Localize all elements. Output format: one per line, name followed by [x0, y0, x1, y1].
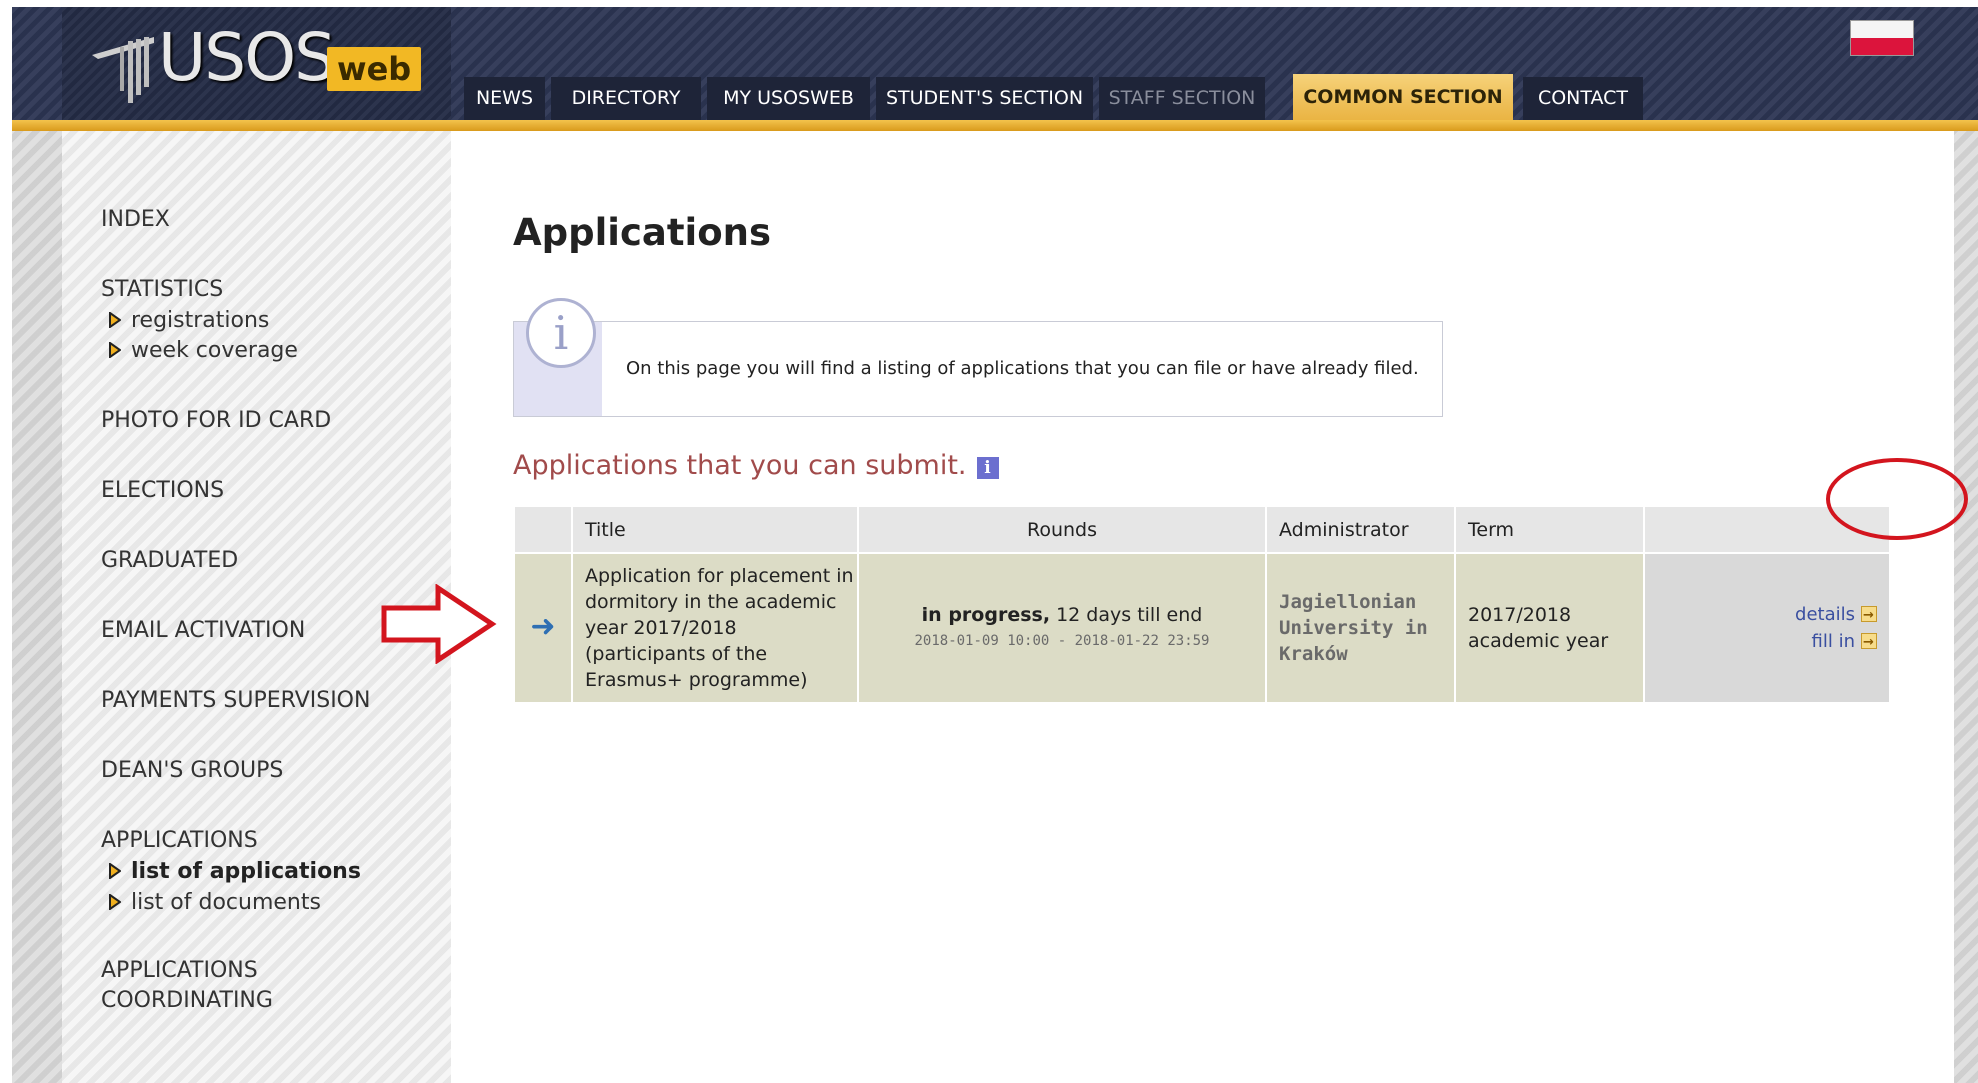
arrow-right-icon: ➜ [530, 608, 556, 644]
application-title-cell: Application for placement in dormitory i… [571, 552, 859, 704]
tab-my-usosweb[interactable]: MY USOSWEB [707, 77, 870, 120]
main-content: Applications i On this page you will fin… [451, 131, 1968, 1083]
bullet-arrow-icon [109, 863, 121, 879]
sidebar-item-index[interactable]: INDEX [101, 207, 170, 232]
column-header-blank [513, 505, 573, 554]
annotation-circle [1826, 458, 1968, 540]
rounds-status-bold: in progress, [921, 604, 1051, 626]
admin-line: Jagiellonian [1279, 591, 1417, 613]
title-line: Application for placement in [585, 565, 854, 587]
sidebar-subitem-label: list of applications [131, 859, 361, 884]
tab-directory[interactable]: DIRECTORY [551, 77, 701, 120]
sidebar-subitem-registrations[interactable]: registrations [109, 308, 269, 333]
tab-contact[interactable]: CONTACT [1523, 77, 1643, 120]
logo[interactable]: USOS web [62, 7, 451, 120]
rounds-cell: in progress, 12 days till end 2018-01-09… [857, 552, 1267, 704]
sidebar-subitem-label: week coverage [131, 338, 298, 363]
info-icon: i [526, 298, 596, 368]
sidebar-item-applications-coordinating[interactable]: APPLICATIONS COORDINATING [101, 958, 273, 1013]
sidebar-subitem-label: list of documents [131, 890, 321, 915]
column-header-rounds: Rounds [857, 505, 1267, 554]
bullet-arrow-icon [109, 312, 121, 328]
sidebar-item-applications[interactable]: APPLICATIONS [101, 828, 258, 853]
row-arrow-cell: ➜ [513, 552, 573, 704]
sidebar-item-statistics[interactable]: STATISTICS [101, 277, 223, 302]
bullet-arrow-icon [109, 342, 121, 358]
header-accent-stripe [12, 120, 1978, 131]
site-header: USOS web NEWS DIRECTORY MY USOSWEB STUDE… [12, 7, 1978, 120]
sidebar-item-email-activation[interactable]: EMAIL ACTIVATION [101, 618, 305, 643]
sidebar-item-deans-groups[interactable]: DEAN'S GROUPS [101, 758, 283, 783]
sidebar-subitem-week-coverage[interactable]: week coverage [109, 338, 298, 363]
sidebar-item-label-line: COORDINATING [101, 988, 273, 1013]
section-title: Applications that you can submit. i [513, 450, 999, 481]
sidebar-subitem-list-of-applications[interactable]: list of applications [109, 859, 361, 884]
sidebar-item-graduated[interactable]: GRADUATED [101, 548, 238, 573]
applications-table: Title Rounds Administrator Term ➜ Applic… [513, 505, 1891, 704]
table-header-row: Title Rounds Administrator Term [513, 505, 1891, 554]
rounds-remaining: 12 days till end [1050, 604, 1203, 626]
administrator-cell: Jagiellonian University in Kraków [1265, 552, 1456, 704]
term-line: academic year [1468, 630, 1609, 652]
admin-line: Kraków [1279, 643, 1348, 665]
external-arrow-icon [1861, 603, 1877, 629]
table-row: ➜ Application for placement in dormitory… [513, 552, 1891, 704]
admin-line: University in [1279, 617, 1428, 639]
bullet-arrow-icon [109, 894, 121, 910]
logo-text: USOS [158, 19, 336, 96]
details-link[interactable]: details [1795, 603, 1877, 629]
fill-in-link-label: fill in [1811, 631, 1855, 652]
annotation-arrow-icon [381, 584, 497, 664]
sidebar-item-label-line: APPLICATIONS [101, 958, 258, 983]
column-header-title: Title [571, 505, 859, 554]
tab-students-section[interactable]: STUDENT'S SECTION [876, 77, 1093, 120]
external-arrow-icon [1861, 630, 1877, 656]
title-line: Erasmus+ programme) [585, 669, 808, 691]
actions-cell: details fill in [1643, 552, 1891, 704]
info-box: i On this page you will find a listing o… [513, 298, 1443, 417]
polish-flag-icon[interactable] [1850, 20, 1914, 56]
rounds-status: in progress, 12 days till end [859, 602, 1265, 628]
rounds-dates: 2018-01-09 10:00 - 2018-01-22 23:59 [914, 633, 1210, 649]
info-text: On this page you will find a listing of … [626, 358, 1419, 379]
details-link-label: details [1795, 604, 1855, 625]
usosweb-window: USOS web NEWS DIRECTORY MY USOSWEB STUDE… [12, 7, 1978, 1083]
page-title: Applications [513, 211, 772, 254]
logo-web-badge: web [327, 47, 422, 91]
sidebar-item-photo[interactable]: PHOTO FOR ID CARD [101, 408, 331, 433]
column-header-administrator: Administrator [1265, 505, 1456, 554]
column-header-term: Term [1454, 505, 1645, 554]
term-cell: 2017/2018 academic year [1454, 552, 1645, 704]
sidebar-subitem-list-of-documents[interactable]: list of documents [109, 890, 321, 915]
tab-common-section[interactable]: COMMON SECTION [1293, 74, 1513, 120]
tab-staff-section[interactable]: STAFF SECTION [1099, 77, 1265, 120]
tab-news[interactable]: NEWS [464, 77, 545, 120]
logo-mark-icon [92, 37, 154, 103]
sidebar-item-payments[interactable]: PAYMENTS SUPERVISION [101, 688, 370, 713]
sidebar-subitem-label: registrations [131, 308, 270, 333]
title-line: dormitory in the academic [585, 591, 837, 613]
info-square-icon[interactable]: i [976, 457, 999, 479]
title-line: year 2017/2018 [585, 617, 737, 639]
section-title-text: Applications that you can submit. [513, 450, 967, 481]
fill-in-link[interactable]: fill in [1811, 630, 1877, 656]
term-line: 2017/2018 [1468, 604, 1572, 626]
sidebar-item-elections[interactable]: ELECTIONS [101, 478, 224, 503]
title-line: (participants of the [585, 643, 768, 665]
